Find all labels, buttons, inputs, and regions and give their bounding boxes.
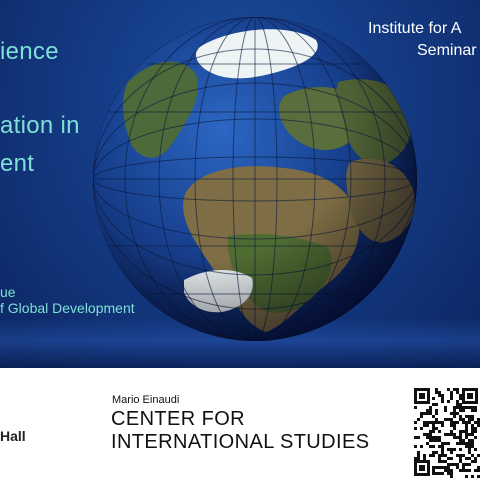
institute-line-1: Institute for A	[368, 20, 462, 37]
slide-title-line-1: ience	[0, 38, 59, 65]
sponsor-footer: Hall Mario Einaudi CENTER FOR INTERNATIO…	[0, 368, 480, 480]
cis-logo-line-1: CENTER FOR	[111, 408, 245, 430]
slide-title-line-3: ent	[0, 150, 35, 177]
qr-code[interactable]	[412, 386, 480, 478]
cis-logo-line-2: INTERNATIONAL STUDIES	[111, 431, 370, 453]
partner-logo-text: Hall	[0, 428, 26, 444]
slide-subtitle-line-1: ue	[0, 284, 16, 300]
cis-logo-small-text: Mario Einaudi	[112, 394, 180, 406]
globe-image	[93, 17, 417, 341]
slide-image: ience ation in ent ue f Global Developme…	[0, 0, 480, 368]
institute-line-2: Seminar	[417, 42, 477, 59]
slide-title-line-2: ation in	[0, 112, 80, 139]
slide-subtitle-line-2: f Global Development	[0, 300, 135, 316]
